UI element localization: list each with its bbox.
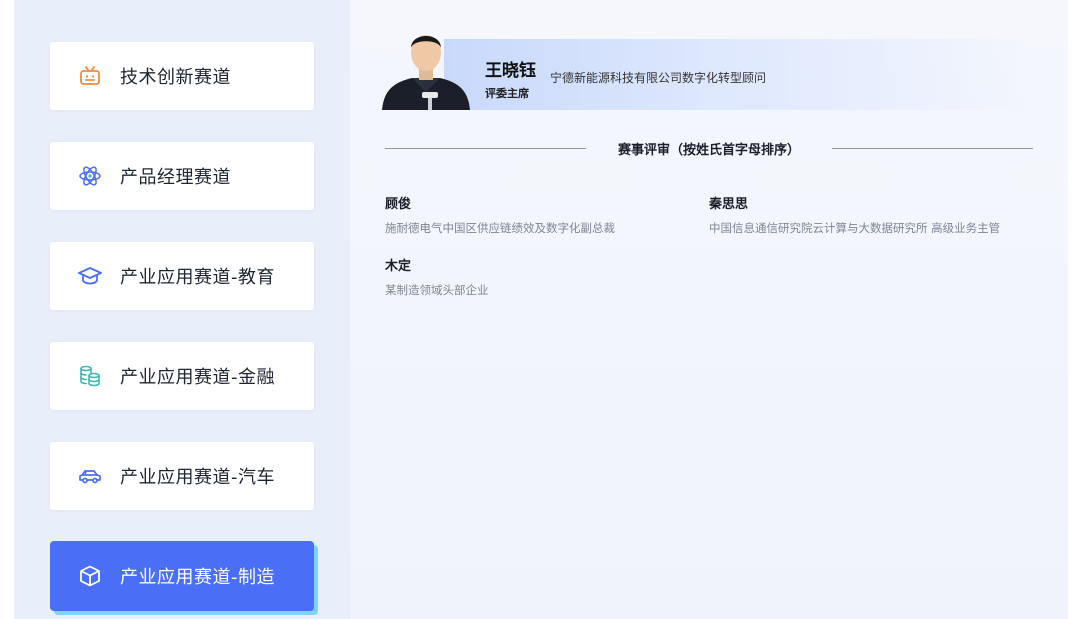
sidebar: 技术创新赛道 产品经理赛道 产业应用赛道-教育 产业应用赛道-金融 产业应用赛道… [14,0,350,619]
judge-card: 顾俊 施耐德电气中国区供应链绩效及数字化副总裁 [385,193,615,236]
section-heading: 赛事评审（按姓氏首字母排序） [385,138,1033,158]
judge-org: 施耐德电气中国区供应链绩效及数字化副总裁 [385,221,615,235]
judge-org: 某制造领域头部企业 [385,283,489,297]
chair-banner: 王晓钰 评委主席 宁德新能源科技有限公司数字化转型顾问 [382,22,1036,110]
coins-icon [78,364,102,388]
track-label: 技术创新赛道 [120,67,231,88]
track-label: 产品经理赛道 [120,167,231,188]
chair-name: 王晓钰 [485,61,536,81]
frame-right [1068,0,1080,619]
judge-name: 顾俊 [385,197,412,212]
cube-icon [78,564,102,588]
chair-role: 评委主席 [485,87,529,100]
judge-card: 木定 某制造领域头部企业 [385,255,489,298]
track-label: 产业应用赛道-金融 [120,367,275,388]
divider-right [832,148,1033,149]
chair-org: 宁德新能源科技有限公司数字化转型顾问 [550,71,767,85]
atom-icon [78,164,102,188]
divider-left [385,148,586,149]
track-product-manager[interactable]: 产品经理赛道 [50,142,314,210]
robot-icon [78,64,102,88]
judge-card: 秦思思 中国信息通信研究院云计算与大数据研究所 高级业务主管 [709,193,1000,236]
track-label: 产业应用赛道-制造 [120,567,275,588]
track-industry-auto[interactable]: 产业应用赛道-汽车 [50,442,314,510]
graduation-cap-icon [78,264,102,288]
track-industry-finance[interactable]: 产业应用赛道-金融 [50,342,314,410]
section-title: 赛事评审（按姓氏首字母排序） [617,143,800,158]
main-panel: 王晓钰 评委主席 宁德新能源科技有限公司数字化转型顾问 赛事评审（按姓氏首字母排… [350,0,1068,619]
chair-photo [382,22,470,110]
track-industry-manufacturing[interactable]: 产业应用赛道-制造 [50,541,314,611]
track-label: 产业应用赛道-教育 [120,267,275,288]
track-label: 产业应用赛道-汽车 [120,467,275,488]
frame-left [0,0,14,619]
judge-org: 中国信息通信研究院云计算与大数据研究所 高级业务主管 [709,221,1001,235]
track-industry-education[interactable]: 产业应用赛道-教育 [50,242,314,310]
judge-name: 木定 [385,259,412,274]
judge-name: 秦思思 [709,197,749,212]
car-icon [78,464,102,488]
track-tech-innovation[interactable]: 技术创新赛道 [50,42,314,110]
